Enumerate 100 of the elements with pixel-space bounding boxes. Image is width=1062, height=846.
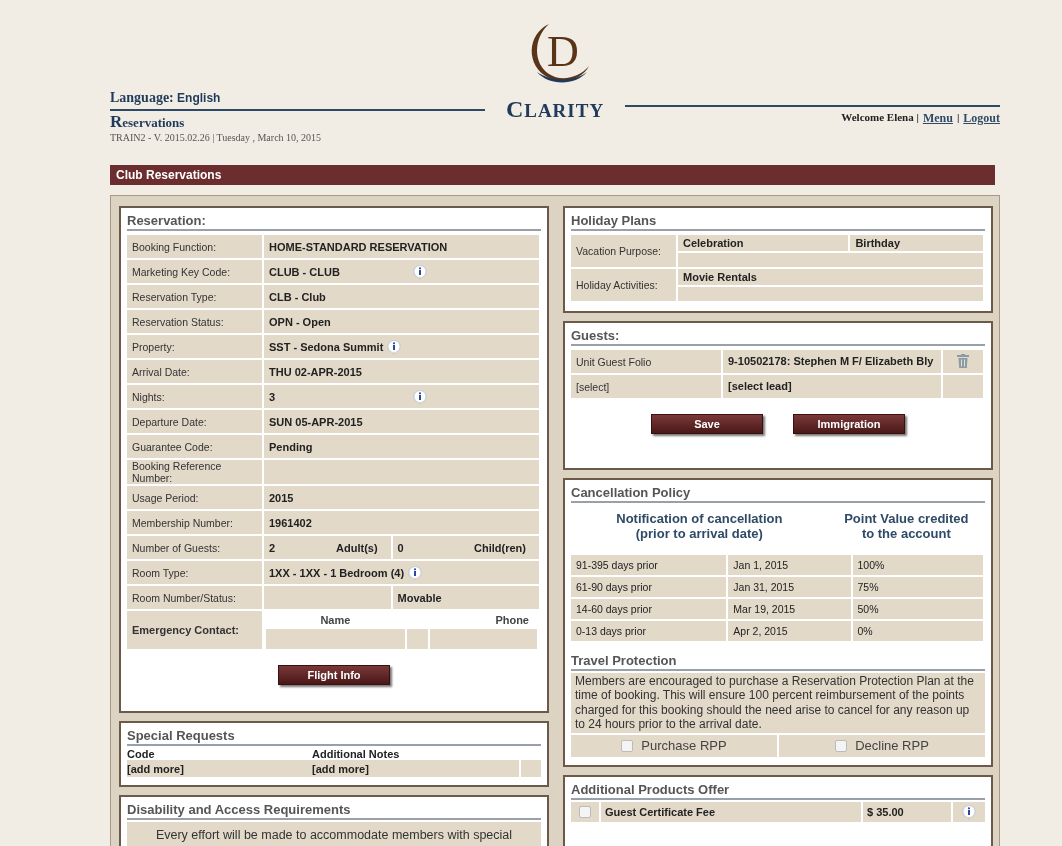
field-value: CLUB - CLUB [269,265,341,278]
field-value: 1XX - 1XX - 1 Bedroom (4) [269,566,405,579]
add-more-link[interactable]: [add more] [312,760,521,777]
separator-text: | [956,111,960,125]
field-value: 2015 [269,491,295,504]
table-cell: Apr 2, 2015 [728,621,853,641]
disability-text: Every effort will be made to accommodate members with special [154,828,514,842]
children-count: 0 [397,541,404,554]
contact-extra-field[interactable] [406,629,429,649]
column-header: Point Value credited to the account [843,511,970,541]
field-label: Number of Guests: [127,536,264,559]
flight-info-button[interactable]: Flight Info [278,665,390,685]
field-value: SUN 05-APR-2015 [269,415,364,428]
table-cell: Jan 1, 2015 [728,555,853,575]
guest-name: 9-10502178: Stephen M F/ Elizabeth Bly [723,350,943,373]
table-cell: 61-90 days prior [571,577,729,597]
guest-label: Unit Guest Folio [571,350,723,373]
save-button[interactable]: Save [651,414,763,434]
adults-label: Adult(s) [336,541,378,554]
logo-text: CLARITY [505,96,605,123]
section-title: Additional Products Offer [571,781,985,800]
column-header: Name [319,613,352,628]
checkbox[interactable] [835,739,848,752]
info-icon[interactable] [385,338,404,355]
info-icon[interactable] [411,388,429,405]
column-header: Additional Notes [312,748,400,760]
field-label: Marketing Key Code: [127,260,264,283]
add-more-link[interactable]: [add more] [127,762,312,775]
logo-letter: D [547,30,579,74]
info-icon[interactable] [411,263,429,280]
field-value: Celebration [678,235,851,251]
field-value: THU 02-APR-2015 [269,365,363,378]
checkbox[interactable] [621,739,634,752]
table-cell: 100% [852,555,985,575]
section-title: Cancellation Policy [571,485,985,503]
column-header: Phone [494,613,530,628]
table-cell: 0-13 days prior [571,621,729,641]
field-value: OPN - Open [269,315,332,328]
immigration-button[interactable]: Immigration [793,414,905,434]
module-title: Reservations [110,112,186,132]
table-cell: Mar 19, 2015 [728,599,853,619]
field-label: Emergency Contact: [127,611,264,649]
adults-count: 2 [269,541,276,554]
travel-protection-text: Members are encouraged to purchase a Reservation Protection Plan at the time of booking. This will ensure 100 percent reimbursement of the points charged for this booking should the need arise to cancel for any reason up to 24 hours prior to the arrival date. [571,673,985,733]
menu-link[interactable]: Menu [922,111,953,126]
section-title: Guests: [571,328,985,346]
welcome-text: Welcome Elena | [841,111,919,125]
language-label: Language: [110,90,174,105]
language-value[interactable]: English [177,91,221,105]
section-title: Travel Protection [571,653,985,671]
column-header: Code [127,748,156,760]
field-value: 1961402 [269,516,313,529]
field-value: SST - Sedona Summit [269,340,384,353]
title-bar: Club Reservations [110,165,995,185]
section-title: Reservation: [127,213,541,231]
select-lead-link[interactable]: [select lead] [723,375,943,398]
room-status: Movable [397,591,442,604]
logout-link[interactable]: Logout [963,111,1000,126]
trash-icon[interactable] [957,353,969,368]
field-label: Nights: [127,385,264,408]
field-value: Movie Rentals [678,269,985,285]
field-value: 3 [269,390,277,403]
field-label: Arrival Date: [127,360,264,383]
field-label: Vacation Purpose: [571,235,678,267]
table-cell: 50% [852,599,985,619]
info-icon[interactable] [406,564,425,581]
field-label: Membership Number: [127,511,264,534]
field-label: Guarantee Code: [127,435,264,458]
field-label: Property: [127,335,264,358]
section-title: Special Requests [127,728,541,746]
product-price: $ 35.00 [863,801,951,822]
field-label: Room Number/Status: [127,586,264,609]
table-cell: 75% [852,577,985,597]
product-name: Guest Certificate Fee [601,801,861,822]
field-label: Reservation Status: [127,310,264,333]
field-value: Birthday [850,235,985,251]
section-title: Holiday Plans [571,213,985,231]
field-label: Booking Reference Number: [127,460,264,484]
table-cell: Jan 31, 2015 [728,577,853,597]
field-label: Usage Period: [127,486,264,509]
field-label: Departure Date: [127,410,264,433]
table-cell: 0% [852,621,985,641]
table-cell: 91-395 days prior [571,555,729,575]
info-icon[interactable] [960,803,978,820]
field-label: Booking Function: [127,235,264,258]
table-cell: 14-60 days prior [571,599,729,619]
select-link[interactable]: [select] [571,375,723,398]
contact-name-field[interactable] [266,629,405,649]
room-number-field[interactable] [264,586,393,609]
children-label: Child(ren) [474,541,526,554]
field-value: HOME-STANDARD RESERVATION [269,240,448,253]
contact-phone-field[interactable] [430,629,537,649]
version-info: TRAIN2 - V. 2015.02.26 | Tuesday , March 10, 2015 [110,132,323,143]
field-value: Pending [269,440,314,453]
checkbox[interactable] [579,805,591,818]
field-label: Reservation Type: [127,285,264,308]
field-label: Room Type: [127,561,264,584]
field-label: Holiday Activities: [571,269,678,301]
field-value: CLB - Club [269,290,327,303]
section-title: Disability and Access Requirements [127,802,541,820]
